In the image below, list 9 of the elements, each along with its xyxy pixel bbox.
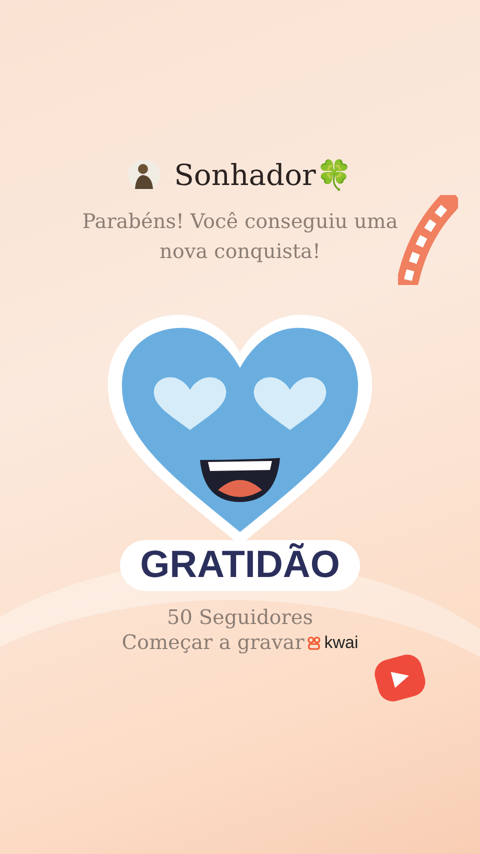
cta-text: Começar a gravar (122, 630, 304, 655)
congratulations-message: Parabéns! Você conseguiu uma nova conquista! (81, 208, 399, 265)
sticker-label: GRATIDÃO (120, 540, 360, 591)
user-name: Sonhador🍀 (174, 158, 352, 192)
avatar (128, 159, 160, 191)
brand-name: kwai (324, 632, 358, 652)
camera-logo-icon (307, 636, 322, 650)
followers-count: 50 Seguidores (167, 605, 313, 630)
film-strip-icon (398, 195, 458, 285)
